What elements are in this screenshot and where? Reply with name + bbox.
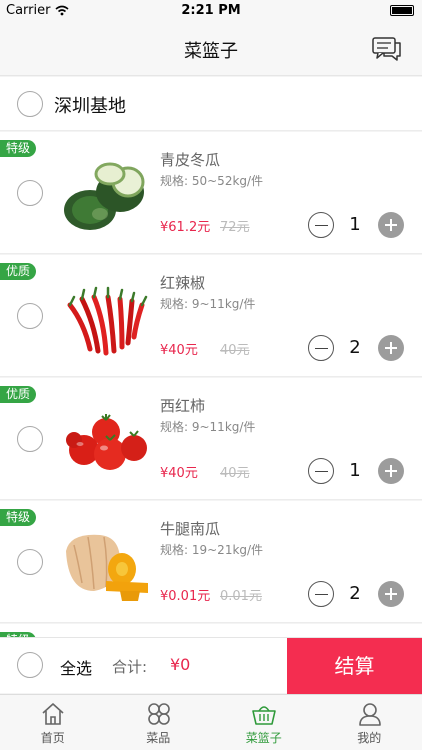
store-select-radio[interactable]: [17, 91, 43, 117]
battery-icon: [390, 5, 414, 16]
list-item: 特级: [0, 624, 422, 637]
checkout-bar: 全选 合计: ¥0 结算: [0, 637, 422, 694]
item-quantity: 1: [349, 460, 361, 481]
grade-badge: 优质: [0, 263, 37, 280]
total-value: ¥0: [170, 655, 191, 674]
decrease-button[interactable]: [308, 212, 334, 238]
item-quantity: 2: [349, 583, 361, 604]
item-old-price: 40元: [220, 343, 250, 358]
item-name: 红辣椒: [160, 274, 206, 292]
item-select-radio[interactable]: [17, 180, 43, 206]
tab-label: 菜品: [146, 731, 171, 745]
grade-badge: 特级: [0, 140, 37, 157]
grade-badge: 优质: [0, 386, 37, 403]
tab-profile[interactable]: 我的: [317, 695, 422, 750]
decrease-button[interactable]: [308, 335, 334, 361]
select-all-label[interactable]: 全选: [60, 655, 92, 679]
tab-home[interactable]: 首页: [0, 695, 106, 750]
status-time: 2:21 PM: [181, 3, 241, 18]
checkout-button[interactable]: 结算: [287, 638, 422, 694]
store-name: 深圳基地: [54, 96, 126, 117]
tab-basket[interactable]: 菜篮子: [211, 695, 317, 750]
item-name: 西红柿: [160, 397, 206, 415]
item-select-radio[interactable]: [17, 426, 43, 452]
item-old-price: 72元: [220, 220, 250, 235]
home-icon: [42, 703, 64, 725]
page-title: 菜篮子: [184, 41, 238, 62]
cart-list[interactable]: 特级 青皮冬瓜 规格: 50~52kg/件 ¥61.2元 72元 1 优质 红辣…: [0, 132, 422, 637]
tomato-image: [66, 414, 147, 470]
list-item: 优质 红辣椒 规格: 9~11kg/件 ¥40元 40元 2: [0, 255, 422, 377]
item-spec: 规格: 19~21kg/件: [160, 543, 264, 557]
user-icon: [358, 703, 381, 726]
item-quantity: 1: [349, 214, 361, 235]
nav-bar: 菜篮子: [0, 22, 422, 76]
item-select-radio[interactable]: [17, 549, 43, 575]
tab-bar: 首页 菜品 菜篮子 我的: [0, 694, 422, 750]
decrease-button[interactable]: [308, 581, 334, 607]
item-price: ¥40元: [160, 343, 198, 358]
clover-icon: [147, 703, 170, 725]
increase-button[interactable]: [378, 212, 404, 238]
select-all-radio[interactable]: [17, 652, 43, 678]
list-item: 优质 西红柿 规格: 9~11kg/件 ¥40元 40元 1: [0, 378, 422, 500]
item-select-radio[interactable]: [17, 303, 43, 329]
item-price: ¥40元: [160, 466, 198, 481]
item-old-price: 40元: [220, 466, 250, 481]
item-name: 牛腿南瓜: [160, 520, 221, 538]
tab-label: 首页: [40, 731, 65, 745]
item-spec: 规格: 9~11kg/件: [160, 297, 256, 311]
item-spec: 规格: 9~11kg/件: [160, 420, 256, 434]
basket-icon: [252, 706, 276, 725]
decrease-button[interactable]: [308, 458, 334, 484]
increase-button[interactable]: [378, 458, 404, 484]
increase-button[interactable]: [378, 335, 404, 361]
pumpkin-image: [66, 534, 148, 601]
tab-label: 菜篮子: [245, 731, 282, 745]
item-name: 青皮冬瓜: [160, 151, 221, 169]
red-pepper-image: [67, 286, 148, 356]
winter-melon-image: [64, 162, 145, 230]
status-bar: Carrier 2:21 PM: [0, 0, 422, 22]
increase-button[interactable]: [378, 581, 404, 607]
grade-badge: 特级: [0, 509, 37, 526]
store-header: 深圳基地: [0, 77, 422, 131]
message-icon[interactable]: [372, 36, 402, 62]
tab-label: 我的: [357, 731, 382, 745]
item-price: ¥61.2元: [160, 220, 211, 235]
item-quantity: 2: [349, 337, 361, 358]
item-old-price: 0.01元: [220, 589, 262, 604]
list-item: 特级 牛腿南瓜 规格: 19~21kg/件 ¥0.01元 0.01元 2: [0, 501, 422, 623]
item-price: ¥0.01元: [160, 589, 211, 604]
tab-dishes[interactable]: 菜品: [106, 695, 212, 750]
list-item: 特级 青皮冬瓜 规格: 50~52kg/件 ¥61.2元 72元 1: [0, 132, 422, 254]
total-label: 合计:: [112, 658, 148, 676]
item-spec: 规格: 50~52kg/件: [160, 174, 264, 188]
